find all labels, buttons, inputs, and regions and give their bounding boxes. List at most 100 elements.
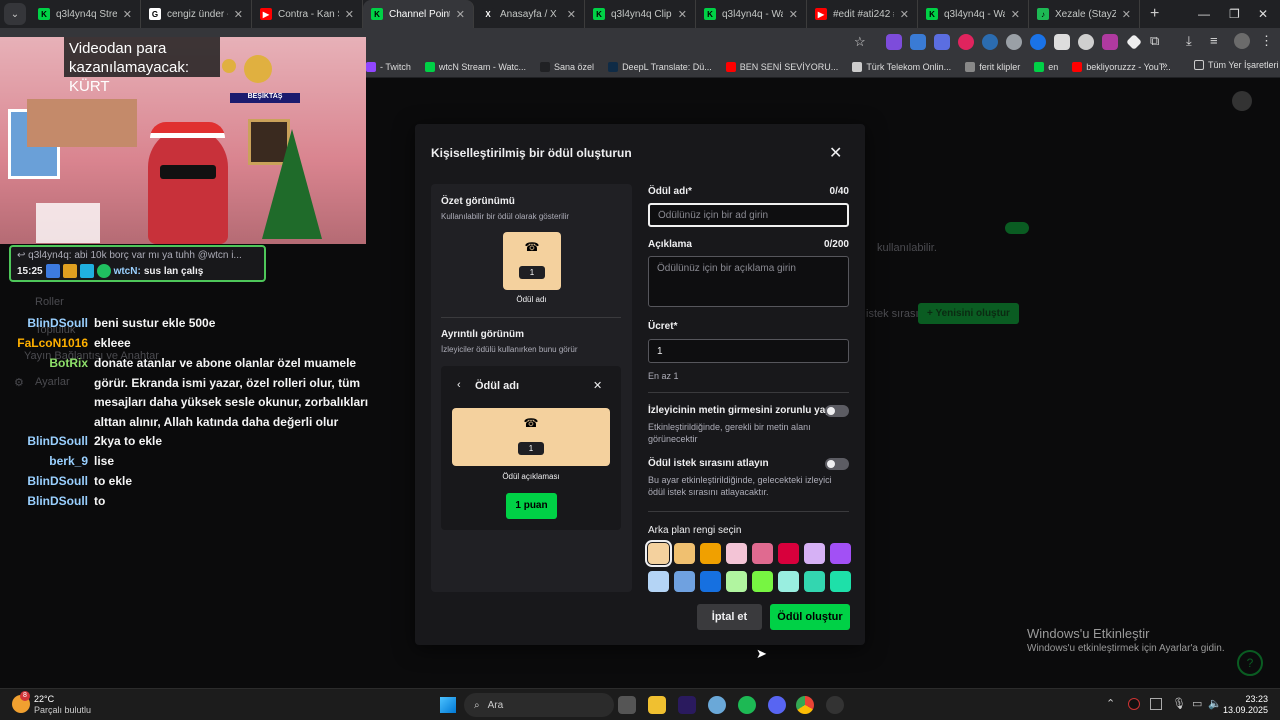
extension-icon[interactable] (934, 34, 950, 50)
extension-icon[interactable] (910, 34, 926, 50)
tray-app-icon[interactable] (1150, 698, 1162, 710)
user-avatar[interactable] (1232, 91, 1252, 111)
extension-icon[interactable] (1126, 34, 1142, 50)
chevron-up-icon[interactable]: ⌃ (1106, 697, 1115, 710)
browser-tab[interactable]: Gcengiz ünder - Go ✕ (141, 0, 252, 28)
browser-tab[interactable]: ▶ #edit #ati242 #ç ✕ (807, 0, 918, 28)
color-swatch[interactable] (700, 543, 721, 564)
extension-icon[interactable] (1030, 34, 1046, 50)
more-menu-icon[interactable]: ⋮ (1260, 33, 1273, 49)
color-swatch[interactable] (778, 543, 799, 564)
message-user[interactable]: wtcN: (114, 266, 141, 277)
close-window-icon[interactable]: ✕ (1258, 0, 1268, 28)
tab-close-icon[interactable]: ✕ (345, 8, 354, 21)
all-bookmarks[interactable]: Tüm Yer İşaretleri (1194, 60, 1279, 70)
browser-tab[interactable]: Kq3l4yn4q Clips - K ✕ (585, 0, 696, 28)
chrome-icon[interactable] (796, 696, 814, 714)
skip-queue-toggle[interactable] (825, 458, 849, 470)
close-icon[interactable]: ✕ (829, 143, 842, 163)
color-swatch[interactable] (778, 571, 799, 592)
task-view-icon[interactable] (618, 696, 636, 714)
extension-icon[interactable] (982, 34, 998, 50)
clock-time[interactable]: 23:23 (1244, 694, 1268, 704)
chat-username[interactable]: BlinDSoull (0, 314, 88, 334)
color-swatch[interactable] (804, 571, 825, 592)
new-tab-button[interactable]: + (1150, 5, 1159, 23)
tab-close-icon[interactable]: ✕ (234, 8, 243, 21)
file-explorer-icon[interactable] (648, 696, 666, 714)
discord-icon[interactable] (768, 696, 786, 714)
minimize-icon[interactable]: — (1198, 0, 1210, 28)
color-swatch[interactable] (804, 543, 825, 564)
color-swatch[interactable] (752, 571, 773, 592)
tab-close-icon[interactable]: ✕ (567, 8, 576, 21)
tab-close-icon[interactable]: ✕ (123, 8, 132, 21)
reward-name-input[interactable] (648, 203, 849, 227)
chat-username[interactable]: BlinDSoull (0, 432, 88, 452)
clock-date[interactable]: 13.09.2025 (1220, 705, 1268, 715)
color-swatch[interactable] (700, 571, 721, 592)
bookmark-item[interactable]: DeepL Translate: Dü... (608, 61, 712, 72)
chat-username[interactable]: BotRix (0, 354, 88, 374)
color-swatch[interactable] (830, 571, 851, 592)
tab-close-icon[interactable]: ✕ (456, 8, 465, 21)
extension-icon[interactable] (1006, 34, 1022, 50)
color-swatch[interactable] (726, 543, 747, 564)
enable-toggle[interactable] (1005, 222, 1029, 234)
create-new-button[interactable]: + Yenisini oluştur (918, 303, 1019, 324)
color-swatch[interactable] (645, 540, 672, 567)
tab-close-icon[interactable]: ✕ (1011, 8, 1020, 21)
description-textarea[interactable] (648, 256, 849, 307)
bookmark-item[interactable]: wtcN Stream - Watc... (424, 61, 526, 72)
bookmark-item[interactable]: BEN SENİ SEVİYORU... (725, 61, 838, 72)
app-icon[interactable] (826, 696, 844, 714)
chat-username[interactable]: FaLcoN1016 (0, 334, 88, 354)
browser-tab[interactable]: Kq3l4yn4q - Watch ✕ (696, 0, 807, 28)
cancel-button[interactable]: İptal et (697, 604, 762, 630)
video-player[interactable]: Videodan para kazanılamayacak: KÜRT BEŞİ… (0, 37, 366, 244)
profile-avatar[interactable] (1234, 33, 1250, 49)
star-icon[interactable]: ☆ (854, 34, 866, 50)
bookmark-item[interactable]: Sana özel (540, 61, 594, 72)
media-icon[interactable]: ≡ (1210, 33, 1218, 48)
help-icon[interactable]: ? (1237, 650, 1263, 676)
browser-tab[interactable]: ♪ Xezale (StayZee R ✕ (1029, 0, 1140, 28)
browser-tab[interactable]: X Anasayfa / X ✕ (474, 0, 585, 28)
require-text-toggle[interactable] (825, 405, 849, 417)
tab-close-icon[interactable]: ✕ (900, 8, 909, 21)
bookmark-item[interactable]: bekliyoruzzz - YouT... (1072, 61, 1171, 72)
settings-icon[interactable] (708, 696, 726, 714)
extension-icon[interactable] (958, 34, 974, 50)
windows-start-icon[interactable] (440, 697, 456, 713)
extension-icon[interactable] (886, 34, 902, 50)
browser-tab[interactable]: Kq3l4yn4q Stream ✕ (30, 0, 141, 28)
color-swatch[interactable] (648, 571, 669, 592)
microphone-icon[interactable]: 🎙 (1172, 697, 1186, 710)
tab-close-icon[interactable]: ✕ (678, 8, 687, 21)
download-icon[interactable]: ⤓ (1186, 33, 1192, 49)
weather-temp[interactable]: 22°C (34, 694, 54, 704)
browser-tab[interactable]: K Channel Points - K ✕ (363, 0, 474, 28)
color-swatch[interactable] (830, 543, 851, 564)
color-swatch[interactable] (726, 571, 747, 592)
bookmark-item[interactable]: Türk Telekom Onlin... (852, 61, 951, 72)
tab-close-icon[interactable]: ✕ (1122, 8, 1131, 21)
extension-icon[interactable] (1078, 34, 1094, 50)
bookmarks-overflow-icon[interactable]: » (1162, 60, 1168, 71)
tab-close-icon[interactable]: ✕ (789, 8, 798, 21)
bookmark-item[interactable]: - Twitch (366, 61, 411, 72)
chat-username[interactable]: berk_9 (0, 452, 88, 472)
chat-username[interactable]: BlinDSoull (0, 472, 88, 492)
browser-tab[interactable]: Kq3l4yn4q - Watch ✕ (918, 0, 1029, 28)
color-swatch[interactable] (674, 543, 695, 564)
extension-icon[interactable] (1102, 34, 1118, 50)
tray-app-icon[interactable] (1128, 698, 1140, 710)
color-swatch[interactable] (674, 571, 695, 592)
bookmark-item[interactable]: ferit klipler (965, 61, 1020, 72)
weather-desc[interactable]: Parçalı bulutlu (34, 705, 91, 715)
cost-input[interactable] (648, 339, 849, 363)
spotify-icon[interactable] (738, 696, 756, 714)
nav-roller[interactable]: Roller (35, 296, 64, 308)
extension-icon[interactable] (1054, 34, 1070, 50)
taskbar-search[interactable]: ⌕ Ara (464, 693, 614, 717)
